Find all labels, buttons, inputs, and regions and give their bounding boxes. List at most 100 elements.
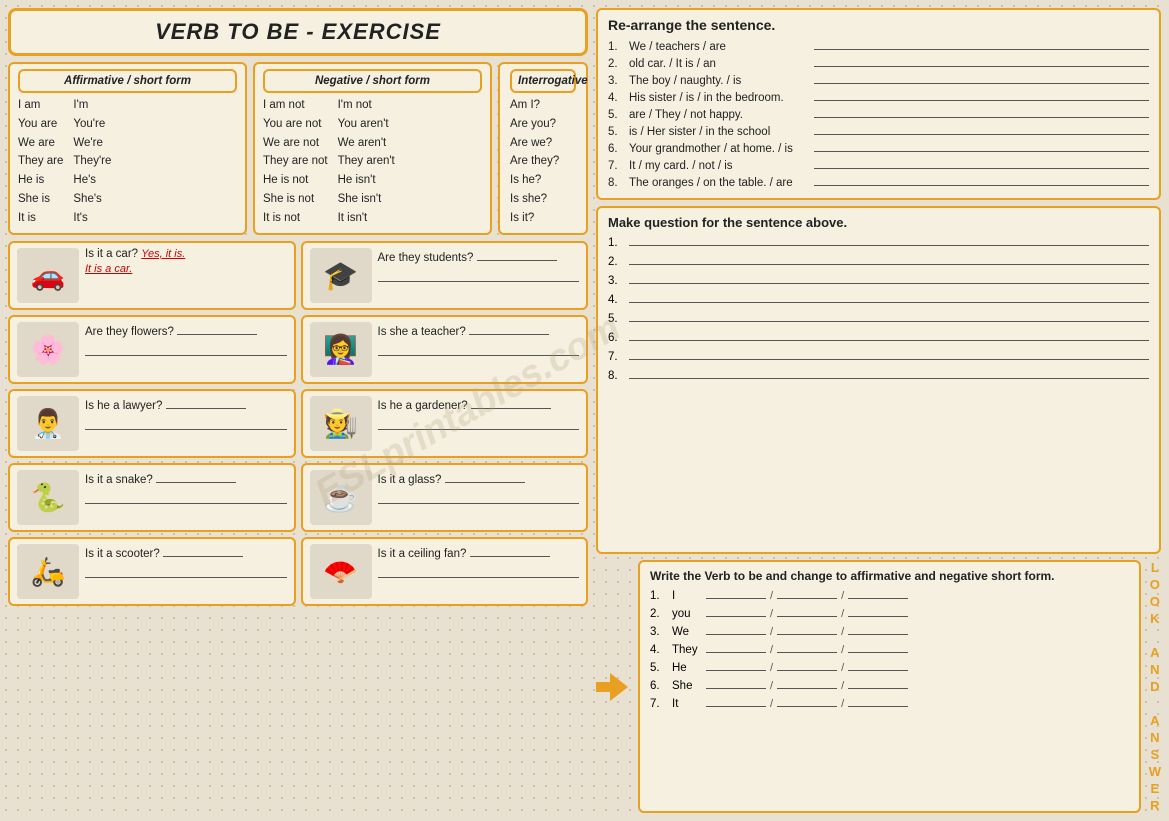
glass-answer2[interactable] bbox=[378, 491, 580, 504]
ceiling-fan-image: 🪭 bbox=[310, 544, 372, 599]
lawyer-answer2[interactable] bbox=[85, 417, 287, 430]
rearrange-line[interactable] bbox=[814, 55, 1149, 67]
students-answer2[interactable] bbox=[378, 269, 580, 282]
glass-answer1[interactable] bbox=[445, 470, 525, 483]
snake-answer1[interactable] bbox=[156, 470, 236, 483]
look-negative-line[interactable] bbox=[848, 677, 908, 689]
conj-item: Are they? bbox=[510, 153, 576, 171]
interrogative-header: Interrogative bbox=[510, 69, 576, 93]
lawyer-text: Is he a lawyer? bbox=[85, 396, 287, 430]
question-item: 5. bbox=[608, 310, 1149, 325]
look-affirmative-line[interactable] bbox=[777, 695, 837, 707]
look-affirmative-line[interactable] bbox=[777, 605, 837, 617]
rearrange-line[interactable] bbox=[814, 72, 1149, 84]
look-negative-line[interactable] bbox=[848, 605, 908, 617]
look-negative-line[interactable] bbox=[848, 659, 908, 671]
side-label-A: A bbox=[1150, 645, 1159, 660]
negative-box: Negative / short form I am not You are n… bbox=[253, 62, 492, 235]
rearrange-line[interactable] bbox=[814, 157, 1149, 169]
look-verb-line[interactable] bbox=[706, 677, 766, 689]
rearrange-line[interactable] bbox=[814, 123, 1149, 135]
question-line[interactable] bbox=[629, 291, 1149, 303]
look-verb-line[interactable] bbox=[706, 641, 766, 653]
look-negative-line[interactable] bbox=[848, 623, 908, 635]
conj-item: They're bbox=[73, 153, 111, 171]
snake-answer2[interactable] bbox=[85, 491, 287, 504]
lawyer-answer1[interactable] bbox=[166, 396, 246, 409]
look-pronoun: It bbox=[672, 698, 702, 710]
conj-item: You aren't bbox=[338, 116, 395, 134]
look-affirmative-line[interactable] bbox=[777, 659, 837, 671]
flowers-answer1[interactable] bbox=[177, 322, 257, 335]
question-line[interactable] bbox=[629, 234, 1149, 246]
rearrange-item: 4. His sister / is / in the bedroom. bbox=[608, 89, 1149, 104]
teacher-answer2[interactable] bbox=[378, 343, 580, 356]
conj-item: They are not bbox=[263, 153, 328, 171]
look-verb-line[interactable] bbox=[706, 695, 766, 707]
teacher-answer1[interactable] bbox=[469, 322, 549, 335]
question-num: 2. bbox=[608, 256, 624, 268]
exercise-scooter: 🛵 Is it a scooter? bbox=[8, 537, 296, 606]
look-pronoun: I bbox=[672, 590, 702, 602]
conj-item: I am not bbox=[263, 97, 328, 115]
question-line[interactable] bbox=[629, 310, 1149, 322]
gardener-answer2[interactable] bbox=[378, 417, 580, 430]
flowers-answer2[interactable] bbox=[85, 343, 287, 356]
look-affirmative-line[interactable] bbox=[777, 623, 837, 635]
question-line[interactable] bbox=[629, 272, 1149, 284]
question-num: 5. bbox=[608, 313, 624, 325]
look-num: 1. bbox=[650, 590, 668, 602]
look-affirmative-line[interactable] bbox=[777, 587, 837, 599]
look-item: 2. you / / bbox=[650, 605, 1129, 620]
conj-item: He is not bbox=[263, 172, 328, 190]
question-item: 1. bbox=[608, 234, 1149, 249]
scooter-answer1[interactable] bbox=[163, 544, 243, 557]
exercise-teacher: 👩‍🏫 Is she a teacher? bbox=[301, 315, 589, 384]
question-line[interactable] bbox=[629, 348, 1149, 360]
side-label-R: R bbox=[1150, 798, 1159, 813]
side-label-L: L bbox=[1151, 560, 1159, 575]
ceiling-fan-question: Is it a ceiling fan? bbox=[378, 544, 580, 560]
rearrange-num: 4. bbox=[608, 92, 624, 104]
conj-item: We're bbox=[73, 135, 111, 153]
look-verb-line[interactable] bbox=[706, 587, 766, 599]
rearrange-text: are / They / not happy. bbox=[629, 109, 809, 121]
question-line[interactable] bbox=[629, 329, 1149, 341]
car-question: Is it a car? Yes, it is. bbox=[85, 248, 287, 260]
look-sep: / bbox=[841, 662, 844, 674]
negative-short-col: I'm not You aren't We aren't They aren't… bbox=[338, 97, 395, 228]
scooter-answer2[interactable] bbox=[85, 565, 287, 578]
conj-item: We aren't bbox=[338, 135, 395, 153]
look-sep: / bbox=[841, 626, 844, 638]
question-item: 3. bbox=[608, 272, 1149, 287]
look-negative-line[interactable] bbox=[848, 695, 908, 707]
question-line[interactable] bbox=[629, 253, 1149, 265]
look-verb-line[interactable] bbox=[706, 623, 766, 635]
rearrange-line[interactable] bbox=[814, 174, 1149, 186]
students-answer1[interactable] bbox=[477, 248, 557, 261]
look-negative-line[interactable] bbox=[848, 641, 908, 653]
flowers-text: Are they flowers? bbox=[85, 322, 287, 356]
question-line[interactable] bbox=[629, 367, 1149, 379]
look-sep: / bbox=[770, 608, 773, 620]
look-sep: / bbox=[841, 644, 844, 656]
look-affirmative-line[interactable] bbox=[777, 641, 837, 653]
rearrange-line[interactable] bbox=[814, 106, 1149, 118]
look-negative-line[interactable] bbox=[848, 587, 908, 599]
look-item: 6. She / / bbox=[650, 677, 1129, 692]
look-verb-line[interactable] bbox=[706, 605, 766, 617]
rearrange-line[interactable] bbox=[814, 38, 1149, 50]
rearrange-line[interactable] bbox=[814, 89, 1149, 101]
look-sep: / bbox=[770, 644, 773, 656]
ceiling-fan-answer1[interactable] bbox=[470, 544, 550, 557]
side-label-O: O bbox=[1150, 577, 1160, 592]
side-label-D: D bbox=[1150, 679, 1159, 694]
rearrange-line[interactable] bbox=[814, 140, 1149, 152]
look-num: 2. bbox=[650, 608, 668, 620]
look-verb-line[interactable] bbox=[706, 659, 766, 671]
look-affirmative-line[interactable] bbox=[777, 677, 837, 689]
ceiling-fan-answer2[interactable] bbox=[378, 565, 580, 578]
conj-item: Is he? bbox=[510, 172, 576, 190]
gardener-answer1[interactable] bbox=[471, 396, 551, 409]
teacher-image: 👩‍🏫 bbox=[310, 322, 372, 377]
